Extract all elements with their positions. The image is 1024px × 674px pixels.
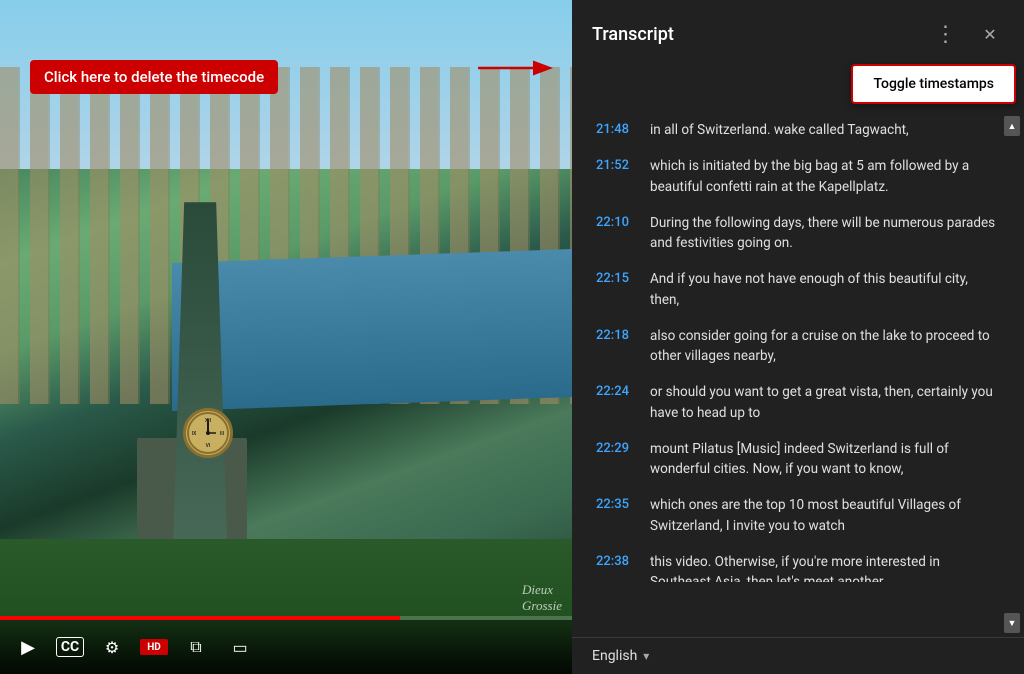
language-bar: English ▾ [572, 637, 1024, 674]
video-controls: ▶ CC ⚙ HD ⧉ ▭ [0, 620, 572, 674]
table-row[interactable]: 21:48 in all of Switzerland. wake called… [576, 112, 1016, 148]
timestamp: 22:24 [596, 382, 634, 399]
transcript-body[interactable]: ▲ 21:48 in all of Switzerland. wake call… [572, 112, 1024, 637]
transcript-text: this video. Otherwise, if you're more in… [650, 552, 1000, 582]
theater-button[interactable]: ▭ [224, 631, 256, 663]
video-area: VI XII IX III Click here to delete the t… [0, 0, 572, 674]
transcript-text: And if you have not have enough of this … [650, 269, 1000, 310]
main-container: VI XII IX III Click here to delete the t… [0, 0, 1024, 674]
scroll-down-button[interactable]: ▼ [1004, 613, 1020, 633]
toggle-timestamps-popup[interactable]: Toggle timestamps [851, 64, 1016, 104]
table-row[interactable]: 22:29 mount Pilatus [Music] indeed Switz… [576, 431, 1016, 488]
transcript-text: also consider going for a cruise on the … [650, 326, 1000, 367]
timestamp: 22:15 [596, 269, 634, 286]
table-row[interactable]: 22:18 also consider going for a cruise o… [576, 318, 1016, 375]
transcript-header: Transcript ⋮ ✕ [572, 0, 1024, 64]
svg-text:VI: VI [206, 443, 211, 449]
timestamp: 21:48 [596, 120, 634, 137]
timestamp: 22:35 [596, 495, 634, 512]
annotation-box: Click here to delete the timecode [30, 60, 278, 94]
timestamp: 22:38 [596, 552, 634, 569]
chevron-down-icon: ▾ [643, 649, 649, 663]
table-row[interactable]: 22:24 or should you want to get a great … [576, 374, 1016, 431]
svg-text:III: III [220, 431, 225, 437]
annotation-arrow [478, 58, 558, 108]
language-selector[interactable]: English ▾ [592, 648, 1004, 664]
table-row[interactable]: 22:15 And if you have not have enough of… [576, 261, 1016, 318]
more-options-button[interactable]: ⋮ [928, 16, 964, 52]
transcript-text: During the following days, there will be… [650, 213, 1000, 254]
transcript-panel: Transcript ⋮ ✕ Toggle timestamps ▲ 21:48… [572, 0, 1024, 674]
svg-text:IX: IX [192, 431, 198, 437]
transcript-text: or should you want to get a great vista,… [650, 382, 1000, 423]
scroll-up-button[interactable]: ▲ [1004, 116, 1020, 136]
video-watermark: DieuxGrossie [522, 582, 562, 614]
scene-clock: VI XII IX III [183, 408, 233, 458]
timestamp: 22:29 [596, 439, 634, 456]
settings-button[interactable]: ⚙ [96, 631, 128, 663]
transcript-text: in all of Switzerland. wake called Tagwa… [650, 120, 909, 140]
transcript-title: Transcript [592, 24, 674, 45]
table-row[interactable]: 22:35 which ones are the top 10 most bea… [576, 487, 1016, 544]
scene-river [172, 249, 572, 411]
language-label: English [592, 648, 637, 664]
timestamp: 21:52 [596, 156, 634, 173]
table-row[interactable]: 21:52 which is initiated by the big bag … [576, 148, 1016, 205]
svg-text:XII: XII [205, 418, 212, 424]
timestamp: 22:18 [596, 326, 634, 343]
subtitles-button[interactable]: CC [56, 637, 84, 657]
table-row[interactable]: 22:10 During the following days, there w… [576, 205, 1016, 262]
transcript-text: which ones are the top 10 most beautiful… [650, 495, 1000, 536]
hd-badge: HD [140, 639, 168, 655]
transcript-text: which is initiated by the big bag at 5 a… [650, 156, 1000, 197]
miniplayer-button[interactable]: ⧉ [180, 631, 212, 663]
play-button[interactable]: ▶ [12, 631, 44, 663]
close-button[interactable]: ✕ [972, 16, 1008, 52]
timestamp: 22:10 [596, 213, 634, 230]
table-row[interactable]: 22:38 this video. Otherwise, if you're m… [576, 544, 1016, 582]
transcript-header-icons: ⋮ ✕ [928, 16, 1008, 52]
transcript-text: mount Pilatus [Music] indeed Switzerland… [650, 439, 1000, 480]
